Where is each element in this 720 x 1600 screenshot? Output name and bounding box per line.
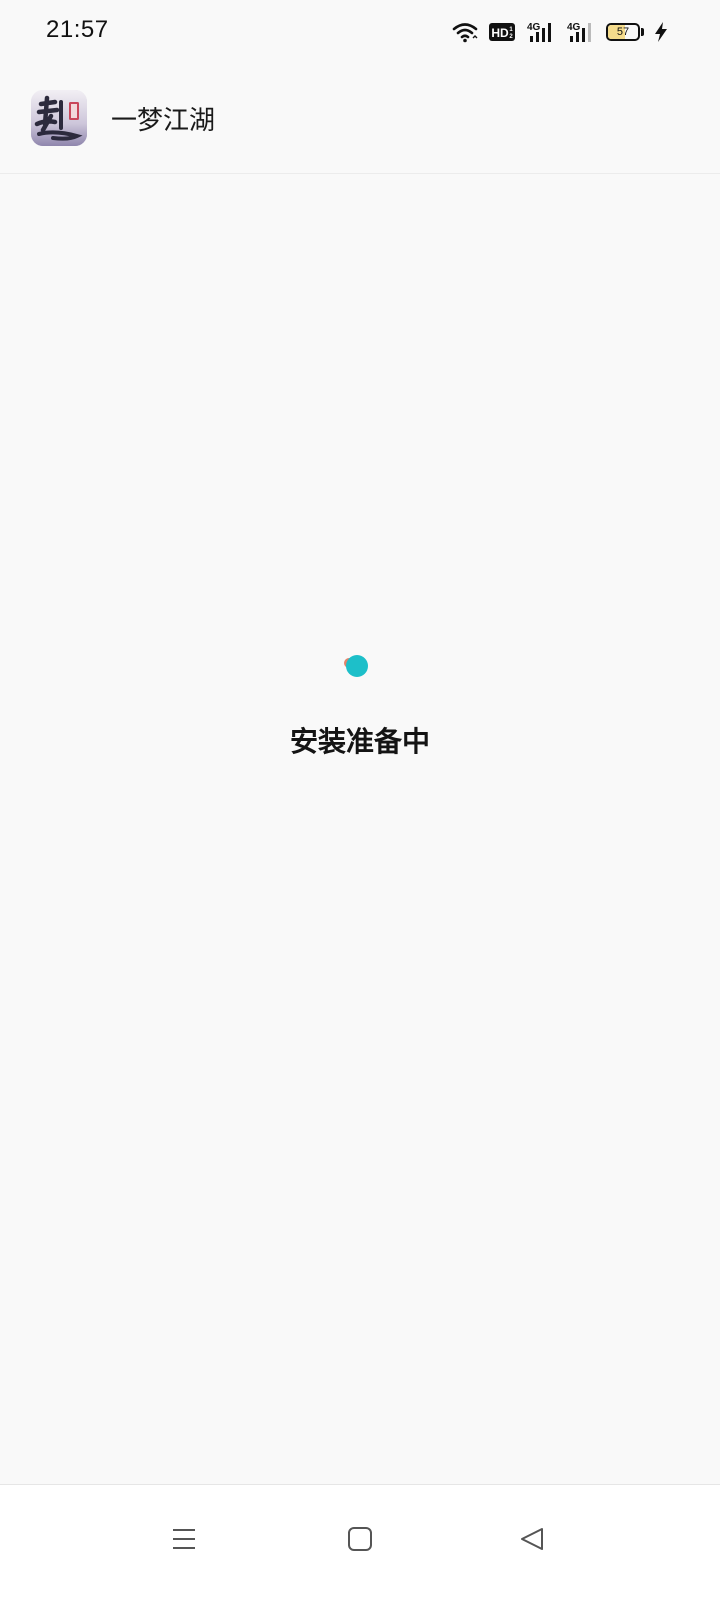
status-icons: HD 1 2 4G 4G 57 xyxy=(452,18,668,46)
loading-spinner xyxy=(342,652,372,682)
app-header: 一梦江湖 xyxy=(0,64,720,174)
install-screen: 21:57 HD 1 2 4G 4G 57 一梦江湖 安装准备中 xyxy=(0,0,720,1600)
charging-icon xyxy=(654,21,668,43)
wifi-icon xyxy=(452,21,478,43)
menu-icon xyxy=(173,1529,195,1549)
hd-icon: HD 1 2 xyxy=(488,21,516,43)
svg-text:4G: 4G xyxy=(567,22,581,33)
battery-cap xyxy=(641,28,644,36)
install-status-message: 安装准备中 xyxy=(289,725,430,758)
app-icon xyxy=(31,90,87,146)
home-icon xyxy=(348,1527,372,1551)
status-bar: 21:57 HD 1 2 4G 4G 57 xyxy=(0,0,720,64)
back-button[interactable] xyxy=(502,1509,562,1569)
battery-level: 57 xyxy=(616,26,630,38)
app-title: 一梦江湖 xyxy=(111,106,216,136)
menu-button[interactable] xyxy=(154,1509,214,1569)
signal-4g-icon: 4G xyxy=(566,20,596,44)
home-button[interactable] xyxy=(330,1509,390,1569)
navigation-bar xyxy=(0,1484,720,1600)
signal-4g-icon: 4G xyxy=(526,20,556,44)
back-icon xyxy=(521,1528,543,1550)
battery-icon: 57 xyxy=(606,23,640,41)
spinner-dot-primary xyxy=(346,655,368,677)
svg-text:HD: HD xyxy=(491,26,509,40)
svg-text:4G: 4G xyxy=(527,22,541,33)
status-time: 21:57 xyxy=(46,16,109,43)
